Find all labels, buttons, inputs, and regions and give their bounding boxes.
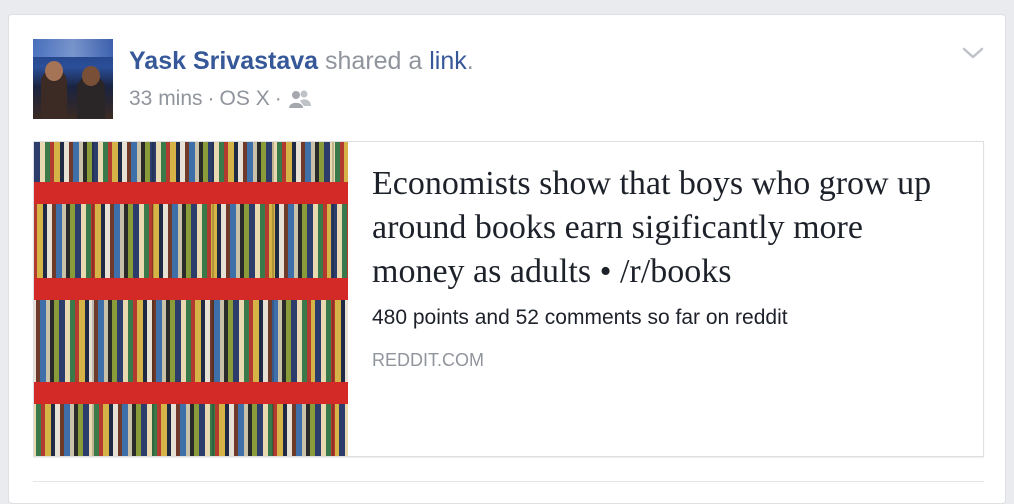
story-meta: 33 mins · OS X · bbox=[129, 85, 313, 113]
feed-story-card: Yask Srivastava shared a link. 33 mins ·… bbox=[8, 14, 1006, 504]
timestamp-link[interactable]: 33 mins bbox=[129, 85, 203, 113]
attachment-body: Economists show that boys who grow up ar… bbox=[372, 162, 962, 372]
chevron-down-icon[interactable] bbox=[961, 45, 985, 61]
friends-icon[interactable] bbox=[287, 89, 313, 109]
attachment-title-link[interactable]: Economists show that boys who grow up ar… bbox=[372, 162, 962, 294]
separator: · bbox=[274, 87, 282, 110]
action-text: shared a bbox=[318, 47, 430, 75]
attachment-domain: REDDIT.COM bbox=[372, 350, 484, 370]
bookshelf-image[interactable] bbox=[34, 142, 348, 456]
attachment-description: 480 points and 52 comments so far on red… bbox=[372, 306, 788, 329]
link-word-link[interactable]: link bbox=[429, 47, 467, 75]
separator: · bbox=[207, 87, 215, 110]
author-name-link[interactable]: Yask Srivastava bbox=[129, 47, 318, 75]
story-header: Yask Srivastava shared a link. bbox=[129, 45, 474, 77]
source-app: OS X bbox=[219, 87, 270, 110]
avatar[interactable] bbox=[33, 39, 113, 119]
action-end: . bbox=[466, 47, 474, 75]
link-attachment[interactable]: Economists show that boys who grow up ar… bbox=[33, 141, 984, 457]
divider bbox=[33, 481, 984, 482]
